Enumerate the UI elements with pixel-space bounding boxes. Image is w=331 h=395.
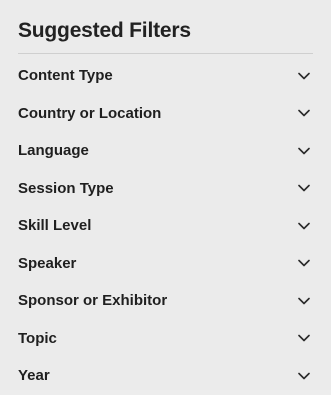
filter-session-type[interactable]: Session Type bbox=[18, 170, 313, 208]
filter-label: Speaker bbox=[18, 254, 77, 272]
chevron-down-icon[interactable] bbox=[297, 181, 311, 195]
filter-label: Session Type bbox=[18, 179, 114, 197]
filter-label: Topic bbox=[18, 329, 57, 347]
chevron-down-icon[interactable] bbox=[297, 331, 311, 345]
chevron-down-icon[interactable] bbox=[297, 144, 311, 158]
chevron-down-icon[interactable] bbox=[297, 219, 311, 233]
title-divider bbox=[18, 53, 313, 54]
suggested-filters-panel: Suggested Filters Content Type Country o… bbox=[0, 0, 331, 390]
filter-country-or-location[interactable]: Country or Location bbox=[18, 95, 313, 133]
chevron-down-icon[interactable] bbox=[297, 106, 311, 120]
filter-skill-level[interactable]: Skill Level bbox=[18, 207, 313, 245]
filter-list: Content Type Country or Location Languag… bbox=[18, 57, 313, 395]
filter-sponsor-or-exhibitor[interactable]: Sponsor or Exhibitor bbox=[18, 282, 313, 320]
chevron-down-icon[interactable] bbox=[297, 369, 311, 383]
chevron-down-icon[interactable] bbox=[297, 69, 311, 83]
filter-label: Sponsor or Exhibitor bbox=[18, 292, 168, 310]
filter-label: Skill Level bbox=[18, 217, 92, 235]
filter-label: Country or Location bbox=[18, 104, 162, 122]
filter-topic[interactable]: Topic bbox=[18, 320, 313, 358]
filter-speaker[interactable]: Speaker bbox=[18, 245, 313, 283]
filter-label: Content Type bbox=[18, 67, 113, 85]
filter-label: Language bbox=[18, 142, 89, 160]
filter-language[interactable]: Language bbox=[18, 132, 313, 170]
filter-content-type[interactable]: Content Type bbox=[18, 57, 313, 95]
filter-label: Year bbox=[18, 367, 50, 385]
chevron-down-icon[interactable] bbox=[297, 294, 311, 308]
chevron-down-icon[interactable] bbox=[297, 256, 311, 270]
panel-title: Suggested Filters bbox=[18, 19, 191, 42]
filter-year[interactable]: Year bbox=[18, 357, 313, 395]
